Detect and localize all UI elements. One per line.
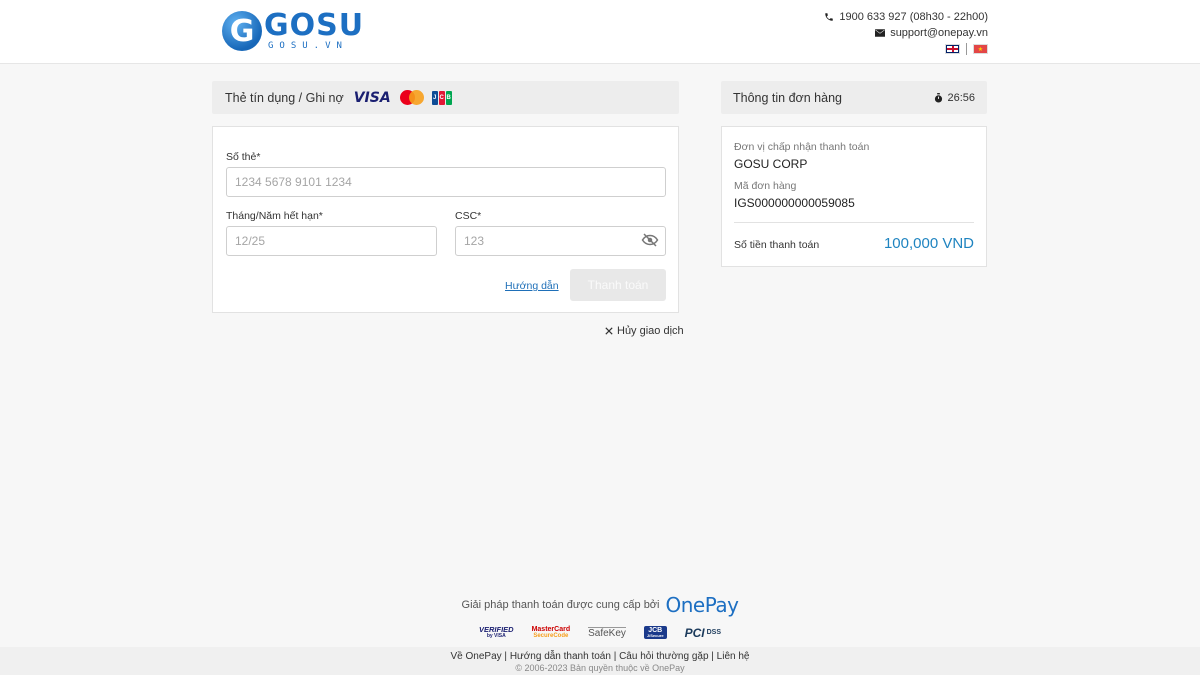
footer-links: Về OnePay | Hướng dẫn thanh toán | Câu h… bbox=[450, 651, 750, 662]
pci-dss-icon: PCI DSS bbox=[684, 625, 722, 640]
amount-label: Số tiền thanh toán bbox=[734, 239, 820, 251]
order-id-value: IGS000000000059085 bbox=[734, 196, 855, 210]
jcb-logo-icon: J C B bbox=[431, 90, 452, 105]
amount-value: 100,000 VND bbox=[883, 235, 974, 252]
payment-method-title: Thẻ tín dụng / Ghi nợ bbox=[225, 90, 344, 105]
card-number-label: Số thẻ* bbox=[226, 151, 261, 163]
provider-text: Giải pháp thanh toán được cung cấp bởi bbox=[461, 599, 660, 611]
csc-label: CSC* bbox=[455, 210, 482, 222]
phone-icon bbox=[825, 13, 834, 21]
footer-link-about[interactable]: Về OnePay bbox=[451, 651, 502, 662]
verified-by-visa-icon: VERIFIED by VISA bbox=[478, 625, 514, 639]
support-email[interactable]: support@onepay.vn bbox=[890, 27, 988, 39]
divider bbox=[734, 222, 974, 223]
footer-link-guide[interactable]: Hướng dẫn thanh toán bbox=[510, 651, 611, 662]
header: G GOSU GOSU.VN 1900 633 927 (08h30 - 22h… bbox=[0, 0, 1200, 64]
footer-link-faq[interactable]: Câu hỏi thường gặp bbox=[619, 651, 708, 662]
footer-link-contact[interactable]: Liên hệ bbox=[717, 651, 750, 662]
mastercard-securecode-icon: MasterCard SecureCode bbox=[531, 626, 571, 639]
amex-safekey-icon: SafeKey bbox=[588, 626, 626, 639]
onepay-logo[interactable]: OnePay bbox=[665, 593, 738, 617]
gosu-logo-subtitle: GOSU.VN bbox=[268, 41, 348, 51]
mastercard-logo-icon bbox=[399, 90, 424, 105]
order-info-header: Thông tin đơn hàng 26:56 bbox=[721, 81, 987, 114]
guide-link[interactable]: Hướng dẫn bbox=[505, 280, 559, 292]
merchant-value: GOSU CORP bbox=[734, 157, 808, 171]
order-info-title: Thông tin đơn hàng bbox=[733, 90, 842, 105]
order-details: Đơn vị chấp nhận thanh toán GOSU CORP Mã… bbox=[721, 126, 987, 267]
close-icon bbox=[605, 327, 613, 335]
language-switcher: ★ bbox=[824, 43, 988, 55]
gosu-logo-mark: G bbox=[222, 11, 262, 51]
stopwatch-icon bbox=[935, 92, 943, 102]
merchant-label: Đơn vị chấp nhận thanh toán bbox=[734, 141, 870, 153]
language-divider bbox=[966, 43, 967, 55]
visa-logo-icon: VISA bbox=[353, 89, 391, 106]
cancel-transaction-label: Hủy giao dịch bbox=[617, 325, 684, 337]
support-phone: 1900 633 927 (08h30 - 22h00) bbox=[839, 11, 988, 23]
security-badges: VERIFIED by VISA MasterCard SecureCode S… bbox=[0, 626, 1200, 639]
countdown-timer: 26:56 bbox=[934, 92, 975, 104]
card-form: Số thẻ* Tháng/Năm hết hạn* CSC* Hướng dẫ… bbox=[212, 126, 679, 313]
footer: Về OnePay | Hướng dẫn thanh toán | Câu h… bbox=[0, 647, 1200, 675]
cancel-transaction-button[interactable]: Hủy giao dịch bbox=[605, 325, 684, 337]
flag-vn-icon[interactable]: ★ bbox=[973, 44, 988, 54]
provider-credit: Giải pháp thanh toán được cung cấp bởi O… bbox=[0, 593, 1200, 617]
timer-value: 26:56 bbox=[947, 91, 975, 104]
payment-method-header: Thẻ tín dụng / Ghi nợ VISA J C B bbox=[212, 81, 679, 114]
gosu-logo-word: GOSU bbox=[264, 8, 365, 43]
gosu-logo[interactable]: G GOSU GOSU.VN bbox=[222, 11, 364, 51]
copyright: © 2006-2023 Bản quyền thuộc về OnePay bbox=[515, 663, 685, 673]
jcb-jsecure-icon: JCB J/Secure bbox=[643, 626, 667, 639]
flag-en-icon[interactable] bbox=[945, 44, 960, 54]
eye-slash-icon[interactable] bbox=[641, 233, 659, 247]
envelope-icon bbox=[875, 29, 886, 37]
card-number-input[interactable] bbox=[226, 167, 666, 197]
pay-button[interactable]: Thanh toán bbox=[570, 269, 666, 301]
csc-input[interactable] bbox=[455, 226, 666, 256]
order-id-label: Mã đơn hàng bbox=[734, 180, 797, 192]
expiry-input[interactable] bbox=[226, 226, 437, 256]
expiry-label: Tháng/Năm hết hạn* bbox=[226, 210, 323, 222]
contact-info: 1900 633 927 (08h30 - 22h00) support@one… bbox=[824, 9, 988, 55]
